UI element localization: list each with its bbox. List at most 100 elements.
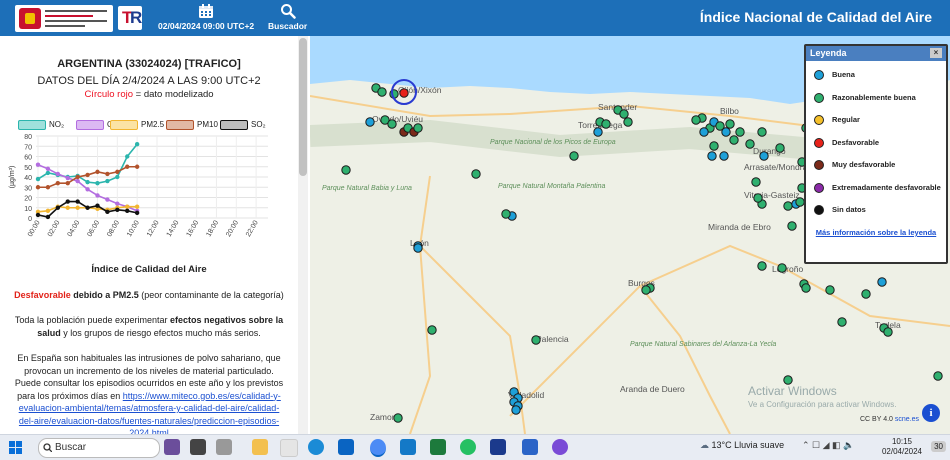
chrome-icon[interactable]	[370, 439, 386, 457]
weather-widget[interactable]: ☁ 13°C Lluvia suave	[700, 440, 784, 451]
data-point[interactable]	[45, 208, 51, 214]
data-point[interactable]	[35, 212, 41, 218]
word-icon[interactable]	[522, 439, 538, 455]
data-point[interactable]	[45, 185, 51, 190]
data-point[interactable]	[55, 171, 61, 177]
station-marker[interactable]	[757, 127, 767, 137]
station-marker[interactable]	[783, 201, 793, 211]
data-point[interactable]	[45, 166, 51, 171]
mail-icon[interactable]	[400, 439, 416, 455]
task-view-icon[interactable]	[164, 439, 180, 455]
station-marker[interactable]	[729, 135, 739, 145]
data-point[interactable]	[75, 205, 80, 210]
station-marker[interactable]	[721, 127, 731, 137]
data-point[interactable]	[125, 208, 130, 214]
station-marker[interactable]	[801, 283, 811, 293]
station-marker[interactable]	[795, 197, 805, 207]
outlook-icon[interactable]	[338, 439, 354, 455]
data-point[interactable]	[35, 185, 41, 190]
station-marker[interactable]	[837, 317, 847, 327]
attribution-link[interactable]: scne.es	[895, 416, 919, 423]
data-point[interactable]	[115, 169, 120, 175]
station-marker[interactable]	[531, 335, 541, 345]
station-marker[interactable]	[623, 117, 633, 127]
station-marker[interactable]	[501, 209, 511, 219]
data-point[interactable]	[125, 154, 130, 159]
station-marker[interactable]	[393, 413, 403, 423]
station-marker[interactable]	[751, 177, 761, 187]
station-marker[interactable]	[725, 119, 735, 129]
data-point[interactable]	[85, 172, 90, 178]
station-marker[interactable]	[341, 165, 351, 175]
edge-icon[interactable]	[308, 439, 324, 455]
station-marker[interactable]	[777, 263, 787, 273]
station-marker[interactable]	[883, 327, 893, 337]
station-marker[interactable]	[641, 285, 651, 295]
scrollbar-thumb[interactable]	[299, 38, 307, 176]
data-point[interactable]	[85, 205, 90, 210]
data-point[interactable]	[35, 176, 41, 182]
excel-icon[interactable]	[430, 439, 446, 455]
station-marker[interactable]	[377, 87, 387, 97]
taskbar-clock[interactable]: 10:15 02/04/2024	[882, 437, 922, 457]
legend-entry-4[interactable]: SO₂	[220, 120, 266, 130]
station-marker[interactable]	[753, 193, 763, 203]
data-point[interactable]	[95, 180, 100, 186]
station-marker[interactable]	[387, 119, 397, 129]
station-marker[interactable]	[365, 117, 375, 127]
legend-close-button[interactable]: ×	[930, 48, 942, 58]
station-marker[interactable]	[787, 221, 797, 231]
station-marker[interactable]	[745, 139, 755, 149]
taskbar-search[interactable]: Buscar	[38, 438, 160, 458]
data-point[interactable]	[75, 178, 80, 184]
snap-icon[interactable]	[216, 439, 232, 455]
data-point[interactable]	[85, 179, 90, 185]
data-point[interactable]	[35, 162, 41, 167]
station-marker[interactable]	[933, 371, 943, 381]
legend-entry-2[interactable]: PM2.5	[110, 120, 164, 130]
data-point[interactable]	[115, 174, 120, 180]
data-point[interactable]	[55, 180, 61, 186]
data-point[interactable]	[75, 174, 80, 180]
data-point[interactable]	[95, 193, 100, 198]
search-button[interactable]: Buscador	[268, 3, 307, 31]
info-button[interactable]: i	[922, 404, 940, 422]
station-marker[interactable]	[399, 88, 409, 98]
station-marker[interactable]	[719, 151, 729, 161]
data-point[interactable]	[105, 197, 110, 202]
file-explorer-icon[interactable]	[252, 439, 268, 455]
station-marker[interactable]	[707, 151, 717, 161]
data-point[interactable]	[134, 142, 140, 147]
data-point[interactable]	[85, 187, 90, 192]
data-point[interactable]	[105, 209, 110, 215]
station-marker[interactable]	[427, 325, 437, 335]
legend-entry-0[interactable]: NO₂	[18, 120, 64, 130]
station-marker[interactable]	[413, 243, 423, 253]
gobierno-logo[interactable]	[15, 5, 113, 32]
windows-start-icon[interactable]	[9, 441, 22, 454]
date-selector[interactable]: 02/04/2024 09:00 UTC+2	[158, 3, 254, 31]
tray-icons[interactable]: ⌃ ☐ ◢ ◧ 🔈	[802, 440, 854, 451]
data-point[interactable]	[115, 201, 120, 206]
prtr-logo[interactable]: TR	[118, 6, 142, 30]
station-marker[interactable]	[861, 289, 871, 299]
station-marker[interactable]	[759, 151, 769, 161]
data-point[interactable]	[105, 178, 110, 184]
data-point[interactable]	[125, 164, 130, 169]
data-point[interactable]	[75, 199, 80, 204]
data-point[interactable]	[45, 170, 51, 176]
station-marker[interactable]	[413, 123, 423, 133]
station-marker[interactable]	[619, 109, 629, 119]
data-point[interactable]	[115, 207, 120, 212]
store-icon[interactable]	[280, 439, 298, 457]
data-point[interactable]	[65, 205, 70, 210]
panel-scrollbar[interactable]	[298, 36, 308, 434]
axa-icon[interactable]	[490, 439, 506, 455]
data-point[interactable]	[134, 164, 140, 169]
station-marker[interactable]	[709, 141, 719, 151]
station-marker[interactable]	[735, 127, 745, 137]
data-point[interactable]	[65, 180, 70, 186]
legend-info-link[interactable]: Más información sobre la leyenda	[806, 228, 946, 237]
widgets-icon[interactable]	[190, 439, 206, 455]
station-marker[interactable]	[699, 127, 709, 137]
